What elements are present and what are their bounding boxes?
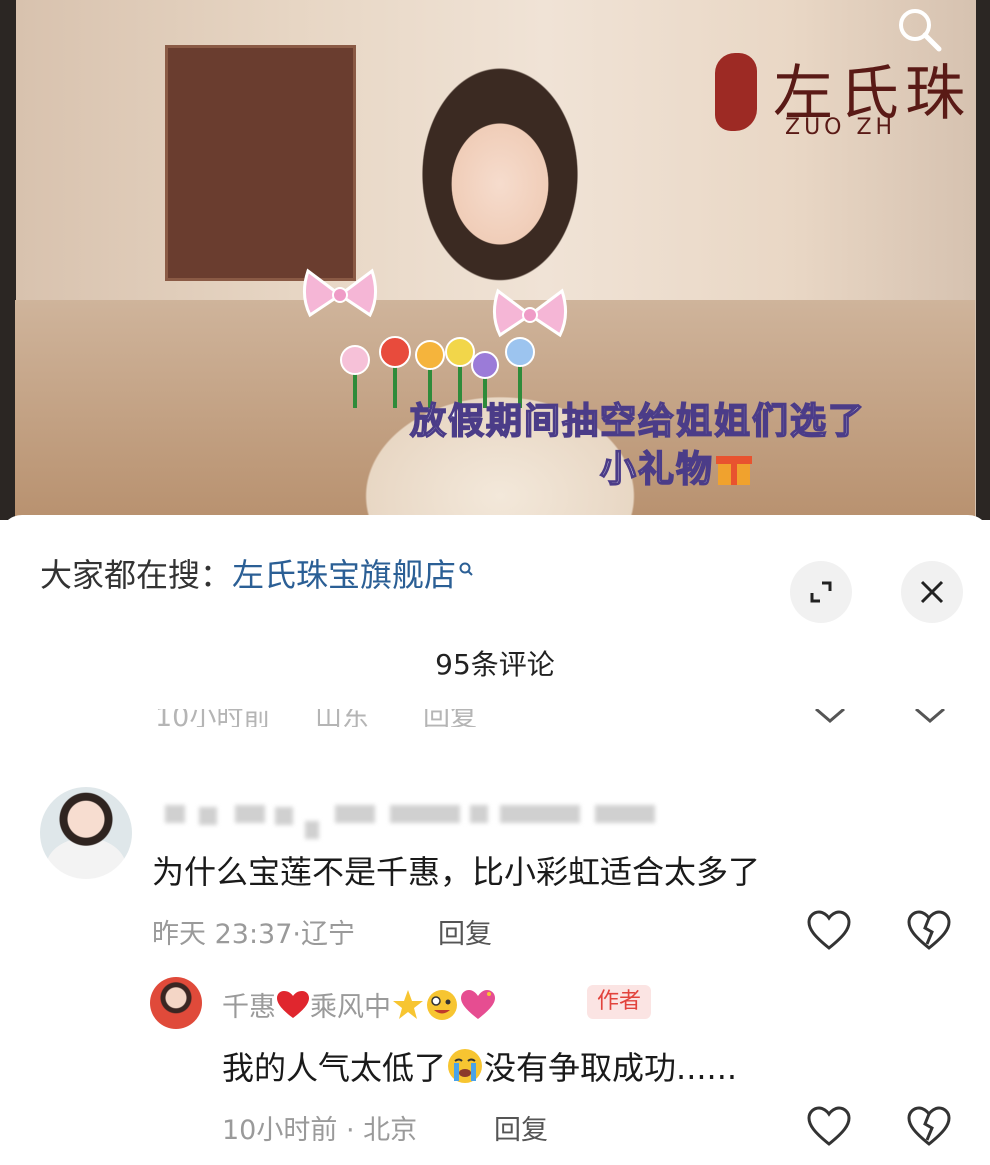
comment-meta: 昨天 23:37·辽宁 xyxy=(152,919,355,950)
comments-sheet: 大家都在搜：左氏珠宝旗舰店 95条评论 10小时前 山东 回复 为什么宝莲不是千… xyxy=(0,515,990,1165)
close-icon xyxy=(920,580,944,604)
comment-text: 为什么宝莲不是千惠，比小彩虹适合太多了 xyxy=(152,853,761,891)
video-caption-line2: 小礼物 xyxy=(599,440,754,496)
reply-text-part2: 没有争取成功...... xyxy=(484,1049,738,1087)
reply-username[interactable]: 千惠 乘风中 xyxy=(222,985,497,1029)
video-caption-line1: 放假期间抽空给姐姐们选了 xyxy=(409,400,867,443)
reply-reply-button[interactable]: 回复 xyxy=(494,1108,548,1147)
heart-outline-icon[interactable] xyxy=(806,1104,852,1150)
search-suggestion-prefix: 大家都在搜： xyxy=(40,556,233,594)
reply-username-suffix: 乘风中 xyxy=(310,992,391,1023)
close-button[interactable] xyxy=(901,561,963,623)
sparkling-heart-icon xyxy=(459,989,497,1028)
heart-outline-icon[interactable] xyxy=(806,908,852,954)
video-player[interactable]: 左氏珠 ZUO ZH 放假期间抽空给姐姐们选了 小礼物 xyxy=(0,0,990,520)
reply-username-text: 千惠 xyxy=(222,992,276,1023)
reply-text: 我的人气太低了 没有争取成功...... xyxy=(222,1043,737,1093)
reply-meta: 10小时前 · 北京 xyxy=(222,1115,418,1146)
video-caption-text: 小礼物 xyxy=(599,448,715,491)
author-badge: 作者 xyxy=(587,985,652,1019)
avatar[interactable] xyxy=(150,977,202,1029)
brand-logo-subtext: ZUO ZH xyxy=(785,115,897,140)
collapse-arrows-icon xyxy=(810,581,832,603)
bow-sticker-icon xyxy=(303,268,377,318)
broken-heart-outline-icon[interactable] xyxy=(906,1104,952,1150)
brand-logo: 左氏珠 ZUO ZH xyxy=(715,45,990,145)
red-heart-icon xyxy=(276,990,310,1027)
reply-text-part1: 我的人气太低了 xyxy=(222,1049,447,1087)
previous-comment-meta: 10小时前 山东 回复 xyxy=(155,709,975,727)
collapse-button[interactable] xyxy=(790,561,852,623)
broken-heart-outline-icon[interactable] xyxy=(906,908,952,954)
brand-seal xyxy=(715,53,757,131)
zany-face-icon xyxy=(425,988,459,1029)
previous-comment-location: 山东 xyxy=(315,709,369,727)
comment-count: 95条评论 xyxy=(435,648,555,681)
crying-face-icon xyxy=(446,1047,484,1093)
previous-comment-reply[interactable]: 回复 xyxy=(423,709,477,727)
gift-icon xyxy=(714,447,754,496)
chevron-down-icon[interactable] xyxy=(910,709,950,727)
search-icon[interactable] xyxy=(895,5,945,55)
search-suggestion[interactable]: 大家都在搜：左氏珠宝旗舰店 xyxy=(40,550,474,596)
search-icon xyxy=(458,550,474,588)
comment-reply-button[interactable]: 回复 xyxy=(438,912,492,951)
search-suggestion-term[interactable]: 左氏珠宝旗舰店 xyxy=(232,556,456,594)
avatar[interactable] xyxy=(40,787,132,879)
comment-username-blurred[interactable] xyxy=(165,803,660,839)
previous-comment-time: 10小时前 xyxy=(155,709,271,727)
glowing-star-icon xyxy=(391,988,425,1029)
chevron-down-icon[interactable] xyxy=(810,709,850,727)
